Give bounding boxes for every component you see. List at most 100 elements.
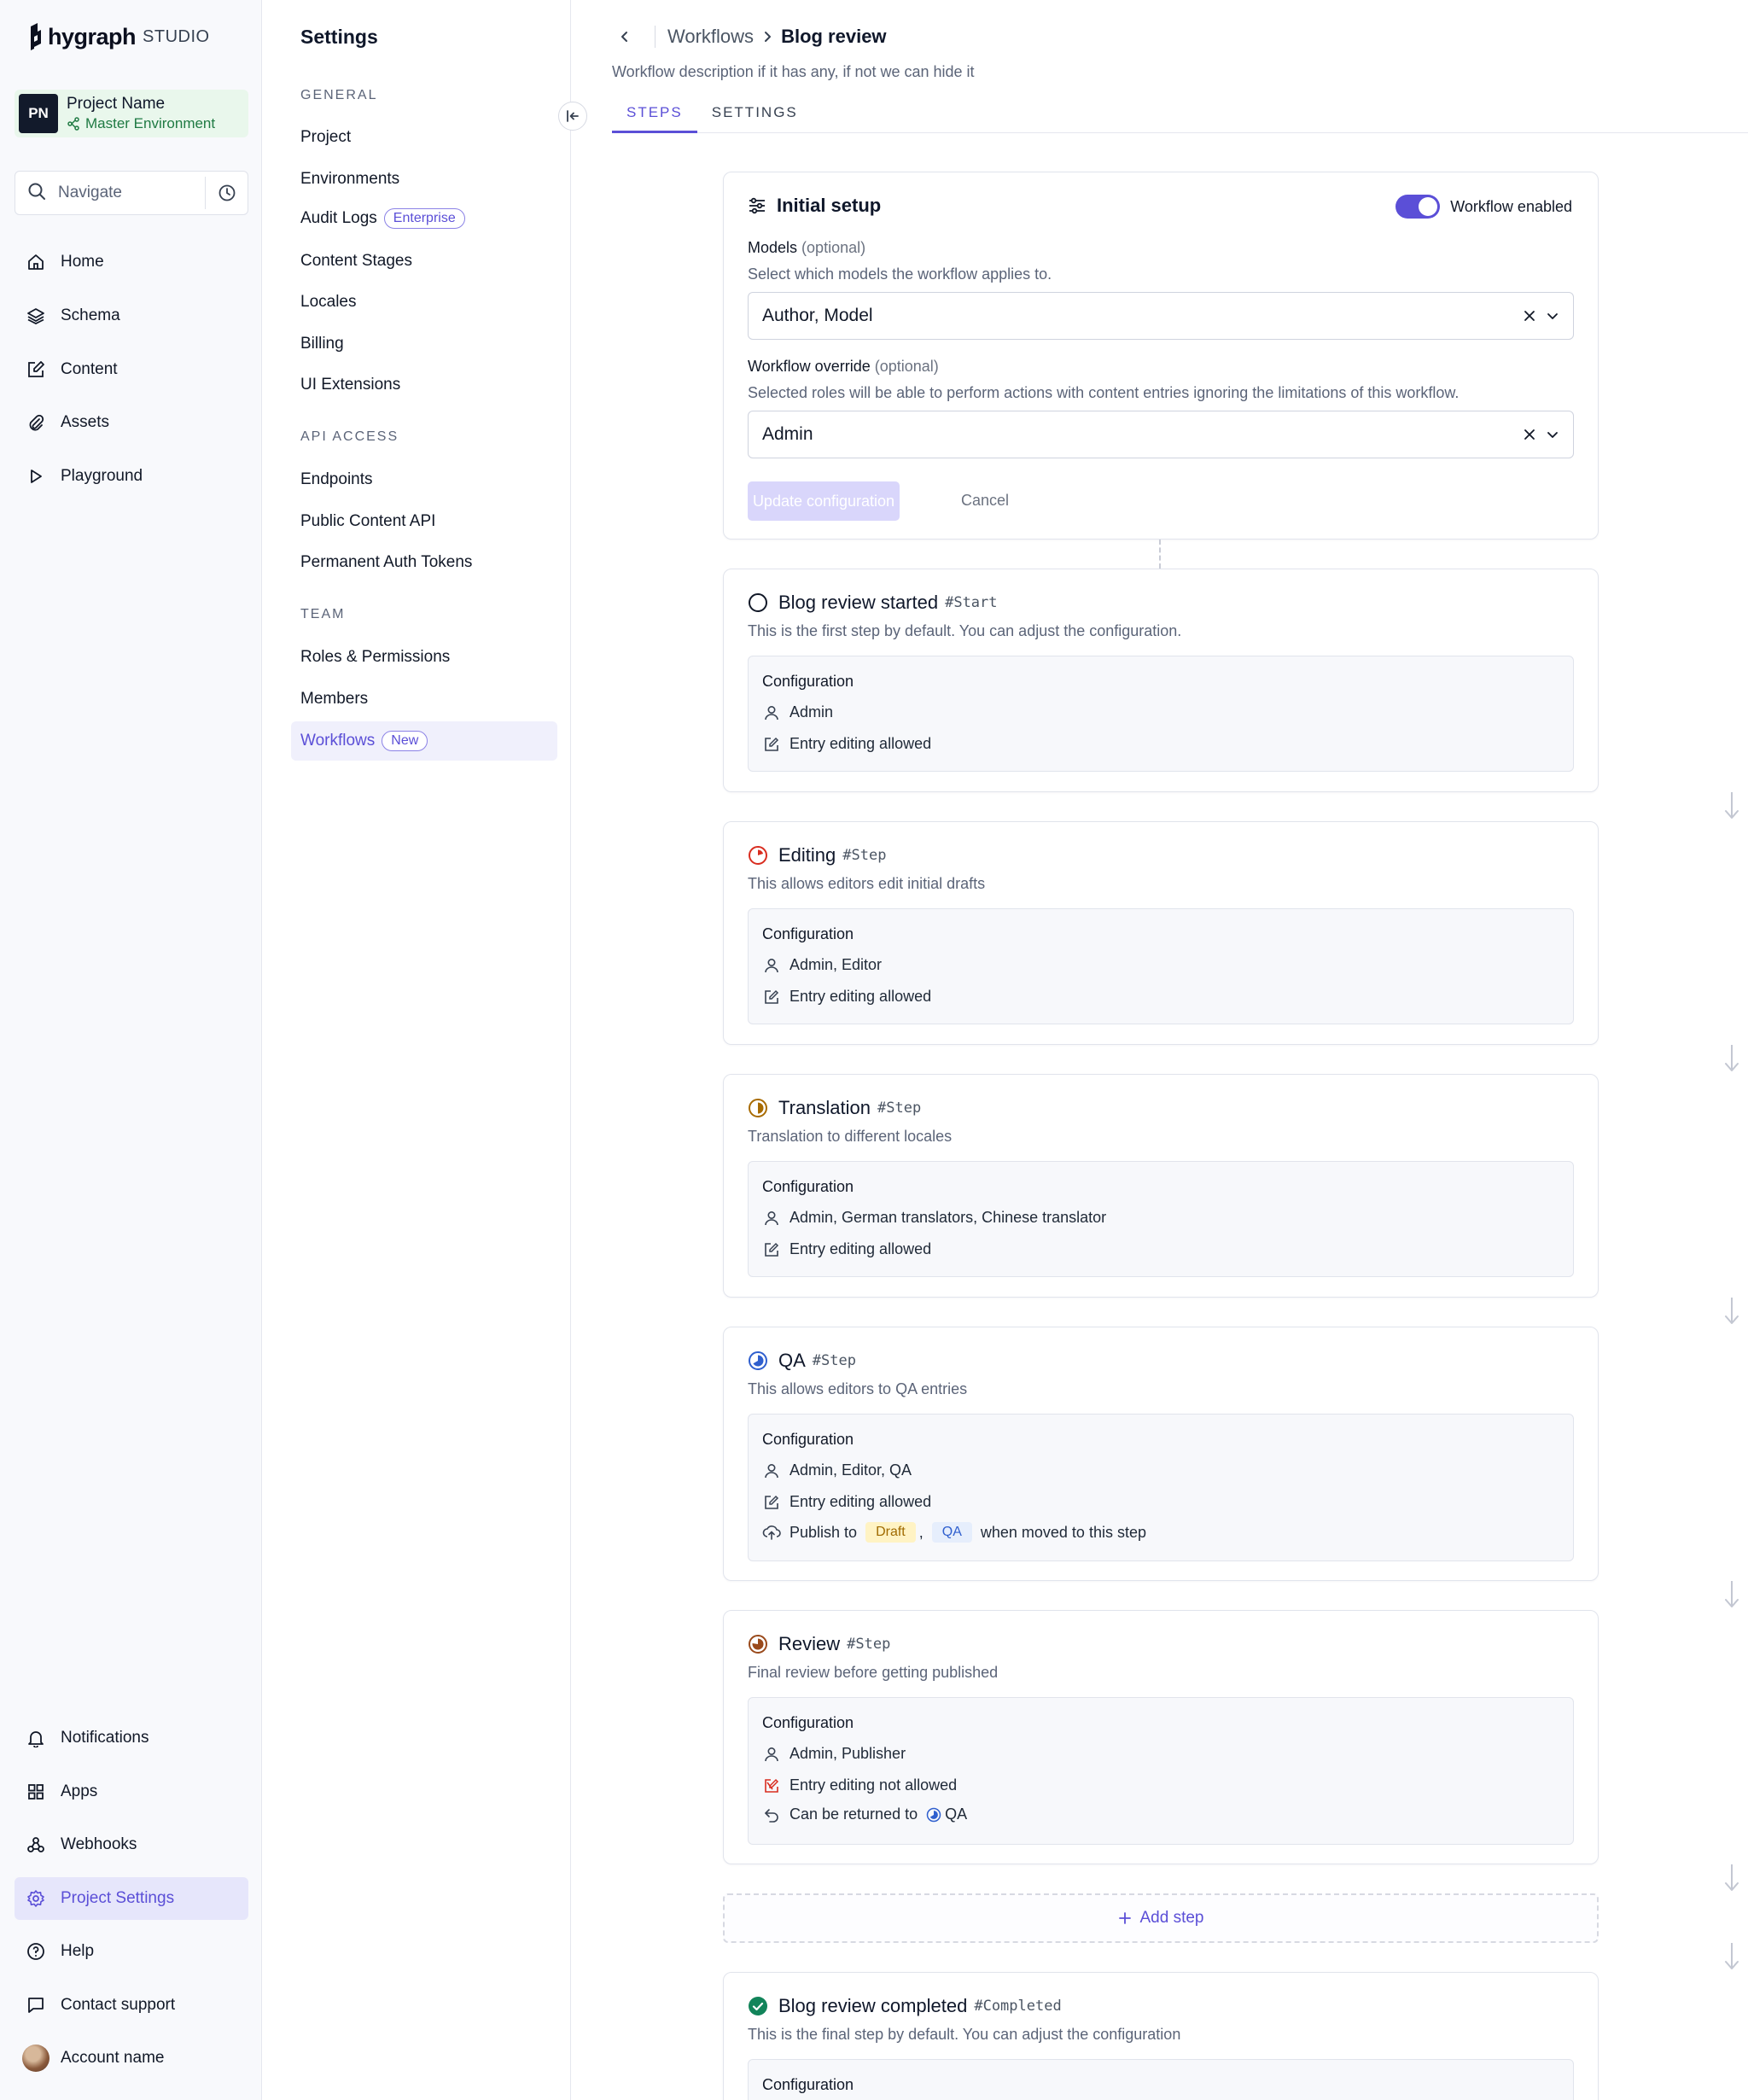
- step-configuration: Configuration Admin, Editor Entry editin…: [748, 908, 1574, 1024]
- override-select[interactable]: Admin: [748, 411, 1574, 458]
- add-step-button[interactable]: Add step: [723, 1893, 1599, 1943]
- add-step-label: Add step: [1139, 1909, 1204, 1927]
- nav-playground[interactable]: Playground: [15, 455, 248, 498]
- nav-assets[interactable]: Assets: [15, 401, 248, 444]
- step-configuration: Configuration Admin, Publisher Entry edi…: [748, 1697, 1574, 1845]
- step-header: Blog review started #Start: [748, 592, 998, 614]
- project-name: Project Name: [67, 95, 166, 113]
- edit-allowed-icon: [762, 1241, 781, 1258]
- step-card-qa[interactable]: QA #Step This allows editors to QA entri…: [723, 1327, 1599, 1581]
- config-roles: Admin, Editor, QA: [762, 1461, 912, 1479]
- nav-playground-label: Playground: [61, 467, 143, 485]
- arrow-down-icon: [1725, 1581, 1739, 1607]
- chevron-down-icon[interactable]: [1546, 309, 1559, 323]
- configuration-title: Configuration: [762, 1431, 854, 1448]
- config-editing: Entry editing allowed: [762, 1493, 931, 1511]
- step-tag: #Step: [842, 847, 887, 864]
- models-select[interactable]: Author, Model: [748, 292, 1574, 340]
- step-card-translation[interactable]: Translation #Step Translation to differe…: [723, 1074, 1599, 1298]
- nav-notifications[interactable]: Notifications: [15, 1717, 248, 1759]
- settings-panel: Settings GENERAL Project Environments Au…: [262, 0, 571, 2100]
- settings-item-endpoints[interactable]: Endpoints: [300, 470, 373, 489]
- project-switcher[interactable]: PN Project Name Master Environment: [15, 90, 248, 137]
- step-configuration: Configuration: [748, 2059, 1574, 2100]
- step-tag: #Start: [945, 594, 998, 611]
- step-card-completed[interactable]: Blog review completed #Completed This is…: [723, 1972, 1599, 2100]
- cancel-button[interactable]: Cancel: [961, 492, 1009, 510]
- brand-studio: STUDIO: [143, 26, 210, 46]
- settings-item-ui-extensions[interactable]: UI Extensions: [300, 376, 400, 394]
- back-button[interactable]: [619, 29, 639, 44]
- config-roles: Admin, Editor: [762, 956, 882, 974]
- settings-item-billing[interactable]: Billing: [300, 335, 344, 353]
- nav-help-label: Help: [61, 1942, 95, 1960]
- dashed-connector: [1159, 540, 1161, 569]
- toggle-switch[interactable]: [1395, 195, 1441, 219]
- step-name: Review: [778, 1633, 841, 1654]
- step-name: QA: [778, 1350, 806, 1371]
- edit-allowed-icon: [762, 736, 781, 753]
- settings-item-locales[interactable]: Locales: [300, 293, 357, 312]
- step-card-review[interactable]: Review #Step Final review before getting…: [723, 1610, 1599, 1864]
- step-name: Blog review started: [778, 592, 939, 613]
- config-editing: Entry editing allowed: [762, 1240, 931, 1258]
- settings-item-roles-permissions[interactable]: Roles & Permissions: [300, 648, 450, 667]
- nav-webhooks[interactable]: Webhooks: [15, 1823, 248, 1866]
- roles-text: Admin, Publisher: [790, 1745, 906, 1762]
- settings-item-environments[interactable]: Environments: [300, 170, 399, 189]
- nav-contact-support[interactable]: Contact support: [15, 1984, 248, 2027]
- nav-home[interactable]: Home: [15, 241, 248, 283]
- hygraph-logo[interactable]: hygraph STUDIO: [27, 23, 210, 50]
- workflow-enabled-toggle[interactable]: Workflow enabled: [1395, 195, 1572, 219]
- nav-account[interactable]: Account name: [15, 2037, 248, 2080]
- step-header: Translation #Step: [748, 1097, 921, 1119]
- project-initials: PN: [19, 94, 58, 133]
- paperclip-icon: [15, 413, 57, 432]
- arrow-down-icon: [1725, 792, 1739, 819]
- step-description: This is the final step by default. You c…: [748, 2026, 1181, 2043]
- step-card-start[interactable]: Blog review started #Start This is the f…: [723, 569, 1599, 792]
- chevron-down-icon[interactable]: [1546, 428, 1559, 441]
- nav-assets-label: Assets: [61, 413, 110, 431]
- navigate-search[interactable]: Navigate: [15, 171, 248, 215]
- editing-text: Entry editing allowed: [790, 1493, 932, 1510]
- settings-item-label: Roles & Permissions: [300, 648, 451, 666]
- nav-project-settings[interactable]: Project Settings: [15, 1877, 248, 1920]
- settings-item-audit-logs[interactable]: Audit Logs Enterprise: [300, 208, 465, 229]
- history-icon[interactable]: [205, 177, 248, 209]
- workflow-editor: Workflows Blog review Workflow descripti…: [572, 0, 1748, 2100]
- nav-content[interactable]: Content: [15, 348, 248, 391]
- tab-steps[interactable]: STEPS: [612, 101, 697, 133]
- environment-name: Master Environment: [85, 115, 216, 131]
- settings-item-workflows[interactable]: Workflows New: [291, 721, 557, 761]
- edit-allowed-icon: [762, 1494, 781, 1511]
- settings-item-label: UI Extensions: [300, 376, 401, 394]
- publish-prefix: Publish to: [790, 1523, 858, 1541]
- step-header: Blog review completed #Completed: [748, 1995, 1062, 2017]
- workflow-description: Workflow description if it has any, if n…: [612, 63, 975, 80]
- tab-settings[interactable]: SETTINGS: [697, 101, 813, 133]
- nav-apps[interactable]: Apps: [15, 1770, 248, 1813]
- layers-icon: [15, 306, 57, 325]
- collapse-panel-button[interactable]: [558, 102, 587, 131]
- arrow-down-icon: [1725, 1943, 1739, 1969]
- update-configuration-button[interactable]: Update configuration: [748, 481, 900, 521]
- nav-schema-label: Schema: [61, 306, 120, 324]
- step-card-editing[interactable]: Editing #Step This allows editors edit i…: [723, 821, 1599, 1045]
- initial-setup-header: Initial setup: [748, 195, 881, 217]
- nav-help[interactable]: Help: [15, 1930, 248, 1973]
- settings-item-members[interactable]: Members: [300, 690, 368, 709]
- settings-item-permanent-auth-tokens[interactable]: Permanent Auth Tokens: [300, 553, 472, 572]
- settings-item-label: Locales: [300, 293, 357, 311]
- clear-icon[interactable]: [1524, 310, 1535, 322]
- step-configuration: Configuration Admin, German translators,…: [748, 1161, 1574, 1277]
- clear-icon[interactable]: [1524, 429, 1535, 440]
- editing-text: Entry editing not allowed: [790, 1776, 958, 1794]
- settings-item-content-stages[interactable]: Content Stages: [300, 252, 412, 271]
- breadcrumb-workflows[interactable]: Workflows: [667, 26, 754, 48]
- settings-item-public-content-api[interactable]: Public Content API: [300, 512, 435, 531]
- nav-schema[interactable]: Schema: [15, 295, 248, 337]
- return-target-label: QA: [945, 1805, 968, 1823]
- settings-item-project[interactable]: Project: [300, 128, 351, 147]
- roles-text: Admin, Editor: [790, 956, 883, 973]
